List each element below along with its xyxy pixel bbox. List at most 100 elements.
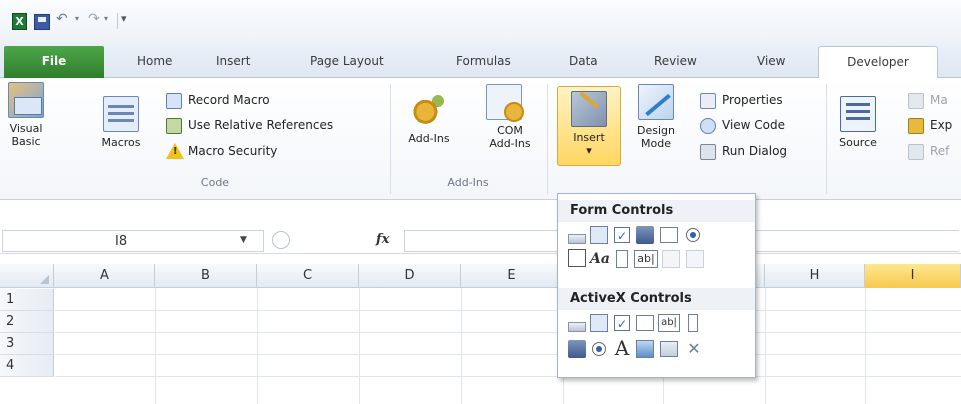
column-header-i[interactable]: I [865,264,961,288]
label-icon[interactable]: Aa [590,249,610,269]
tab-view[interactable]: View [757,54,785,68]
source-button[interactable]: Source [832,96,884,149]
insert-function-icon[interactable]: fx [376,232,389,247]
more-controls-icon[interactable]: ✕ [684,339,704,359]
chevron-down-icon: ▾ [586,144,592,157]
grid-line [765,288,766,404]
insert-controls-menu: Form Controls ✓ Aa ab| ActiveX Controls … [557,193,756,378]
map-properties-label: Ma [930,93,948,107]
row-header-1[interactable]: 1 [0,289,54,311]
tab-data[interactable]: Data [569,54,598,68]
run-dialog-icon [700,144,716,160]
tools-icon [571,91,607,127]
tab-file[interactable]: File [4,46,104,78]
group-label-code: Code [200,176,230,189]
properties-label: Properties [722,93,783,107]
table-row[interactable] [55,289,961,311]
record-macro-icon [166,93,182,109]
grid-line [461,288,462,404]
add-ins-label: Add-Ins [408,132,450,145]
combo-drop-down-edit-icon[interactable] [686,250,704,268]
list-box-icon[interactable] [660,227,678,243]
macro-security-label: Macro Security [188,144,278,158]
option-button-icon[interactable] [592,342,606,356]
grid-line [155,288,156,404]
label-icon[interactable]: A [612,338,632,360]
cancel-entry-icon[interactable] [272,231,290,249]
record-macro-label: Record Macro [188,93,270,107]
ribbon-developer: Visual Basic Macros Record Macro Use Rel… [0,78,961,200]
grid-line [865,288,866,404]
tab-home[interactable]: Home [137,54,172,68]
column-header-h[interactable]: H [765,264,865,288]
spin-button-icon[interactable] [636,226,654,244]
group-box-icon[interactable] [568,249,586,267]
check-box-icon[interactable]: ✓ [614,315,630,331]
insert-controls-button[interactable]: Insert ▾ [557,86,621,166]
source-icon [840,96,876,132]
column-headers: A B C D E H I [0,264,961,288]
scroll-bar-icon[interactable] [616,250,628,268]
design-mode-label-line1: Design [637,124,675,137]
save-icon[interactable] [34,14,50,30]
column-header-a[interactable]: A [55,264,155,288]
grid-line [257,288,258,404]
macros-label: Macros [101,136,141,149]
form-controls-heading: Form Controls [558,200,755,222]
scroll-bar-icon[interactable] [688,314,698,332]
grid-line [359,288,360,404]
combo-box-icon[interactable] [590,226,608,244]
name-box[interactable]: I8 ▼ [2,230,264,252]
macros-button[interactable]: Macros [92,96,150,149]
tab-formulas[interactable]: Formulas [456,54,511,68]
row-header-4[interactable]: 4 [0,355,54,377]
customize-qat-icon[interactable]: ▾ [121,12,127,25]
button-icon[interactable] [568,234,586,244]
spin-button-icon[interactable] [568,340,586,358]
command-button-icon[interactable] [568,322,586,332]
undo-dropdown-icon[interactable]: ▾ [75,14,79,23]
formula-buttons: fx [272,230,402,252]
name-box-value: I8 [115,234,128,249]
tab-review[interactable]: Review [654,54,697,68]
row-header-3[interactable]: 3 [0,333,54,355]
image-icon[interactable] [636,340,654,358]
worksheet-grid: A B C D E H I 1 2 3 4 [0,264,961,404]
list-box-icon[interactable] [636,315,654,331]
table-row[interactable] [55,355,961,377]
table-row[interactable] [55,333,961,355]
undo-icon[interactable]: ↶ [56,11,72,27]
excel-icon[interactable]: X [12,13,27,30]
check-box-icon[interactable]: ✓ [614,227,630,243]
chevron-down-icon[interactable]: ▼ [240,235,247,245]
tab-developer[interactable]: Developer [818,46,938,79]
design-mode-button[interactable]: Design Mode [626,84,686,150]
redo-icon[interactable]: ↷ [88,11,104,27]
option-button-icon[interactable] [686,228,700,242]
tab-page-layout[interactable]: Page Layout [310,54,384,68]
redo-dropdown-icon[interactable]: ▾ [104,14,108,23]
column-header-d[interactable]: D [359,264,461,288]
tab-insert[interactable]: Insert [216,54,250,68]
row-header-2[interactable]: 2 [0,311,54,333]
gears-icon [411,92,447,128]
com-add-ins-label-line2: Add-Ins [489,137,531,150]
toggle-button-icon[interactable] [660,341,678,357]
combo-box-icon[interactable] [590,314,608,332]
refresh-data-label: Ref [930,144,950,158]
com-add-ins-button[interactable]: COM Add-Ins [470,84,538,150]
text-box-icon[interactable]: ab| [658,314,680,332]
column-header-e[interactable]: E [461,264,563,288]
expansion-packs-label: Exp [930,118,953,132]
use-relative-references-label: Use Relative References [188,118,334,132]
select-all-icon[interactable] [0,264,54,288]
map-properties-icon [908,93,924,109]
column-header-b[interactable]: B [155,264,257,288]
column-header-c[interactable]: C [257,264,359,288]
text-field-icon[interactable]: ab| [634,250,658,268]
combo-list-edit-icon[interactable] [662,250,680,268]
add-ins-button[interactable]: Add-Ins [398,92,460,145]
visual-basic-button[interactable]: Visual Basic [0,82,52,148]
ribbon-tabs: File Home Insert Page Layout Formulas Da… [0,44,961,79]
table-row[interactable] [55,311,961,333]
